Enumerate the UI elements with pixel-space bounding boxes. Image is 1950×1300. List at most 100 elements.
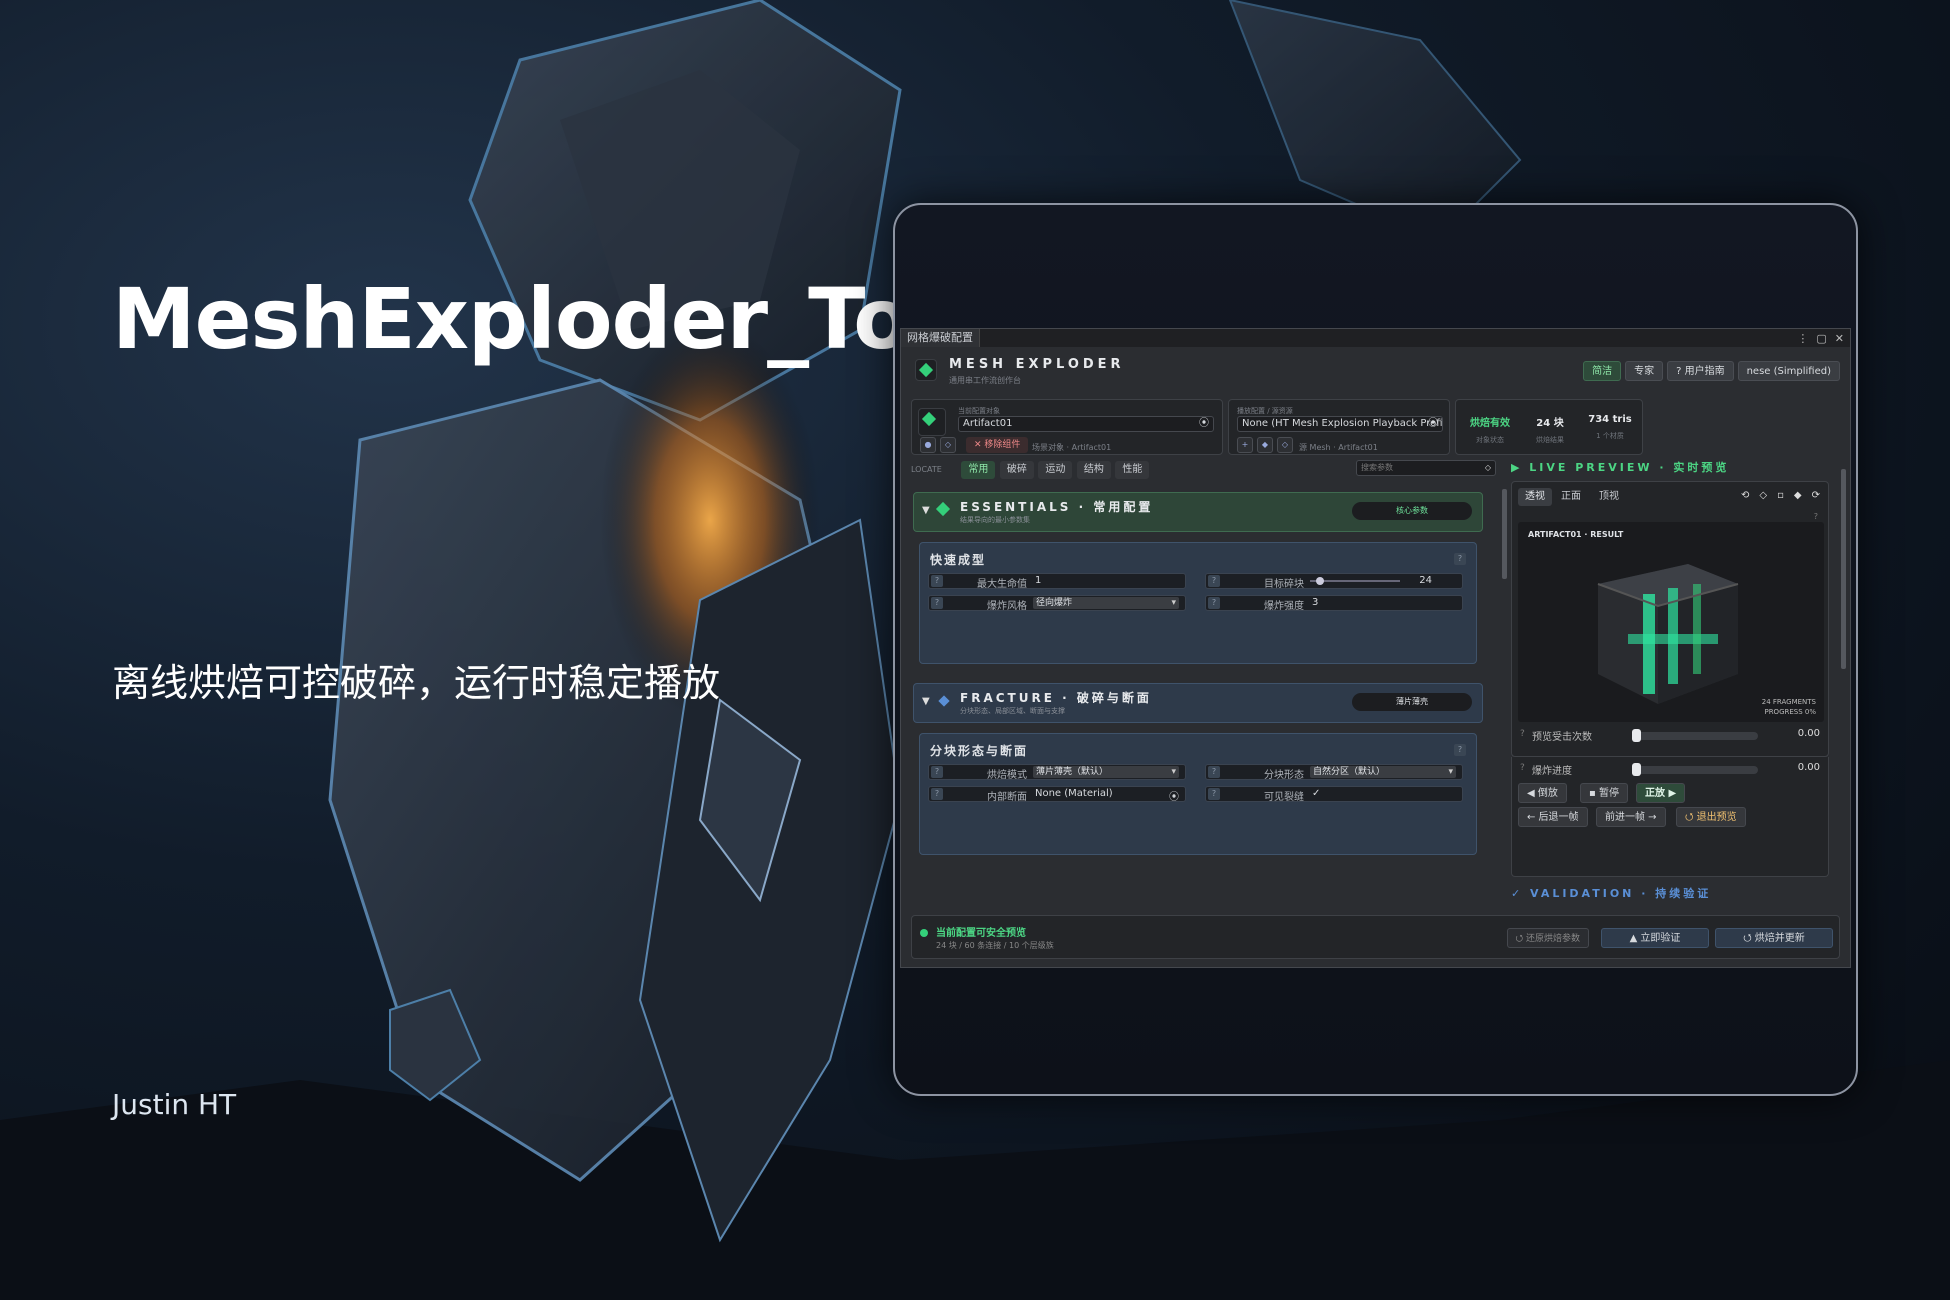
bake-mode-dropdown[interactable]: 薄片薄壳（默认） xyxy=(1033,766,1179,778)
help-icon[interactable]: ? xyxy=(931,597,943,609)
preview-viewport[interactable]: ARTIFACT01 · RESULT 24 FRAGMENTS PROGRES… xyxy=(1518,522,1824,722)
target-card: 当前配置对象 Artifact01 ⦿ ● ◇ ✕ 移除组件 场景对象 · Art… xyxy=(911,399,1223,455)
fracture-subtitle: 分块形态、局部区域、断面与支撑 xyxy=(960,707,1065,715)
param-target-fragments[interactable]: ? 目标碎块 24 xyxy=(1205,573,1463,590)
window-titlebar: 网格爆破配置 ⋮ ▢ ✕ xyxy=(901,329,1850,347)
tab-common[interactable]: 常用 xyxy=(961,461,996,479)
diamond-outline-icon[interactable]: ◇ xyxy=(1277,437,1293,453)
square-icon[interactable]: ▫ xyxy=(1777,490,1784,501)
more-icon[interactable]: ⋮ xyxy=(1797,332,1808,345)
exploded-cube-preview xyxy=(1597,564,1739,704)
help-icon[interactable]: ? xyxy=(1454,553,1466,565)
preview-title: ▶ LIVE PREVIEW · 实时预览 xyxy=(1511,461,1730,474)
rotate-icon[interactable]: ⟲ xyxy=(1741,490,1749,501)
ping-icon[interactable]: ● xyxy=(920,437,936,453)
locate-label: LOCATE xyxy=(911,465,942,474)
hits-slider-knob[interactable] xyxy=(1632,729,1641,742)
param-explosion-strength[interactable]: ? 爆炸强度 3 xyxy=(1205,595,1463,612)
help-icon[interactable]: ? xyxy=(1520,763,1525,773)
tab-fracture[interactable]: 破碎 xyxy=(999,461,1034,479)
fracture-header[interactable]: ▼ FRACTURE · 破碎与断面 分块形态、局部区域、断面与支撑 薄片薄壳 xyxy=(913,683,1483,723)
help-icon[interactable]: ? xyxy=(1814,512,1818,521)
poster-subtitle: 离线烘焙可控破碎，运行时稳定播放 xyxy=(112,661,721,705)
target-label: 当前配置对象 xyxy=(958,407,1000,415)
tab-structure[interactable]: 结构 xyxy=(1076,461,1111,479)
help-icon[interactable]: ? xyxy=(931,766,943,778)
help-icon[interactable]: ? xyxy=(931,575,943,587)
help-icon[interactable]: ? xyxy=(1454,744,1466,756)
restore-params-button[interactable]: ⭯ 还原烘焙参数 xyxy=(1506,928,1589,948)
target-object-field[interactable]: Artifact01 ⦿ xyxy=(958,416,1214,432)
help-icon[interactable]: ? xyxy=(1208,597,1220,609)
search-input[interactable]: 搜索参数 ◇ xyxy=(1356,460,1496,476)
user-guide-button[interactable]: ? 用户指南 xyxy=(1667,361,1734,381)
help-icon[interactable]: ? xyxy=(1208,575,1220,587)
language-select[interactable]: nese (Simplified) xyxy=(1737,361,1840,381)
select-icon[interactable]: ◇ xyxy=(940,437,956,453)
visible-cracks-checkbox[interactable]: ✓ xyxy=(1312,788,1320,799)
chunk-shape-dropdown[interactable]: 自然分区（默认） xyxy=(1310,766,1456,778)
poster-author: Justin HT xyxy=(112,1088,237,1121)
exit-preview-button[interactable]: ⭯ 退出预览 xyxy=(1676,807,1746,827)
fracture-section: ▼ FRACTURE · 破碎与断面 分块形态、局部区域、断面与支撑 薄片薄壳 … xyxy=(913,683,1483,873)
view-front[interactable]: 正面 xyxy=(1554,488,1588,506)
preview-scrollbar[interactable] xyxy=(1841,469,1846,669)
tab-performance[interactable]: 性能 xyxy=(1115,461,1150,479)
collapse-arrow-icon[interactable]: ▼ xyxy=(922,505,930,516)
shape-section-group: 分块形态与断面 ? ?烘焙模式薄片薄壳（默认） ?分块形态自然分区（默认） ?内… xyxy=(919,733,1477,855)
playback-card: 播放配置 / 源资源 None (HT Mesh Explosion Playb… xyxy=(1228,399,1450,455)
view-perspective[interactable]: 透视 xyxy=(1518,488,1552,506)
bake-update-button[interactable]: ⭯ 烘焙并更新 xyxy=(1715,928,1833,948)
remove-component-button[interactable]: ✕ 移除组件 xyxy=(966,437,1029,453)
essentials-header[interactable]: ▼ ESSENTIALS · 常用配置 结果导向的最小参数集 核心参数 xyxy=(913,492,1483,532)
validation-title[interactable]: ✓ VALIDATION · 持续验证 xyxy=(1511,885,1711,901)
target-icon xyxy=(918,408,946,436)
playback-profile-field[interactable]: None (HT Mesh Explosion Playback Profi ⦿ xyxy=(1237,416,1443,432)
expert-mode-button[interactable]: 专家 xyxy=(1625,361,1664,381)
blast-slider-track[interactable] xyxy=(1632,766,1758,774)
essentials-title: ESSENTIALS · 常用配置 xyxy=(960,500,1154,514)
param-visible-cracks[interactable]: ? 可见裂缝 ✓ xyxy=(1205,786,1463,803)
param-inner-material[interactable]: ? 内部断面 None (Material) ⦿ xyxy=(928,786,1186,803)
preview-card: 透视 正面 顶视 ⟲ ◇ ▫ ◆ ⟳ ? ARTIFACT01 · RESULT xyxy=(1511,481,1829,757)
blast-slider-knob[interactable] xyxy=(1632,763,1641,776)
essentials-section: ▼ ESSENTIALS · 常用配置 结果导向的最小参数集 核心参数 快速成型… xyxy=(913,492,1483,664)
material-picker-icon[interactable]: ⦿ xyxy=(1169,788,1179,803)
pause-button[interactable]: ▪ 暂停 xyxy=(1580,783,1628,803)
help-icon[interactable]: ? xyxy=(1520,729,1525,739)
help-icon[interactable]: ? xyxy=(1208,766,1220,778)
params-scrollbar[interactable] xyxy=(1502,489,1507,579)
logo-icon xyxy=(915,359,937,381)
param-max-health[interactable]: ? 最大生命值 1 xyxy=(928,573,1186,590)
collapse-arrow-icon[interactable]: ▼ xyxy=(922,696,930,707)
close-icon[interactable]: ✕ xyxy=(1835,332,1844,345)
view-top[interactable]: 顶视 xyxy=(1592,488,1626,506)
fragments-slider-knob[interactable] xyxy=(1316,577,1324,585)
add-icon[interactable]: + xyxy=(1237,437,1253,453)
param-bake-mode[interactable]: ? 烘焙模式 薄片薄壳（默认） xyxy=(928,764,1186,781)
target-picker-icon[interactable]: ⦿ xyxy=(1199,417,1209,431)
stat-state: 烘焙有效 对象状态 xyxy=(1470,418,1510,444)
hits-value: 0.00 xyxy=(1797,728,1820,739)
simple-mode-button[interactable]: 简洁 xyxy=(1583,361,1622,381)
verify-button[interactable]: ▲ 立即验证 xyxy=(1601,928,1709,948)
hits-slider-track[interactable] xyxy=(1632,732,1758,740)
play-button[interactable]: 正放 ▶ xyxy=(1636,783,1686,803)
diamond-outline-icon[interactable]: ◇ xyxy=(1759,490,1767,501)
tab-motion[interactable]: 运动 xyxy=(1038,461,1073,479)
playback-picker-icon[interactable]: ⦿ xyxy=(1428,417,1438,431)
diamond-icon[interactable]: ◆ xyxy=(1794,490,1802,501)
fracture-mode-badge: 薄片薄壳 xyxy=(1352,693,1472,711)
help-icon[interactable]: ? xyxy=(1208,788,1220,800)
maximize-icon[interactable]: ▢ xyxy=(1816,332,1826,345)
explosion-style-dropdown[interactable]: 径向爆炸 xyxy=(1033,597,1179,609)
step-forward-button[interactable]: 前进一帧 → xyxy=(1596,807,1666,827)
reverse-button[interactable]: ◀ 倒放 xyxy=(1518,783,1567,803)
refresh-icon[interactable]: ⟳ xyxy=(1812,490,1820,501)
step-back-button[interactable]: ← 后退一帧 xyxy=(1518,807,1588,827)
help-icon[interactable]: ? xyxy=(931,788,943,800)
diamond-icon[interactable]: ◆ xyxy=(1257,437,1273,453)
param-chunk-shape[interactable]: ? 分块形态 自然分区（默认） xyxy=(1205,764,1463,781)
param-explosion-style[interactable]: ? 爆炸风格 径向爆炸 xyxy=(928,595,1186,612)
window-tab[interactable]: 网格爆破配置 xyxy=(901,329,980,347)
